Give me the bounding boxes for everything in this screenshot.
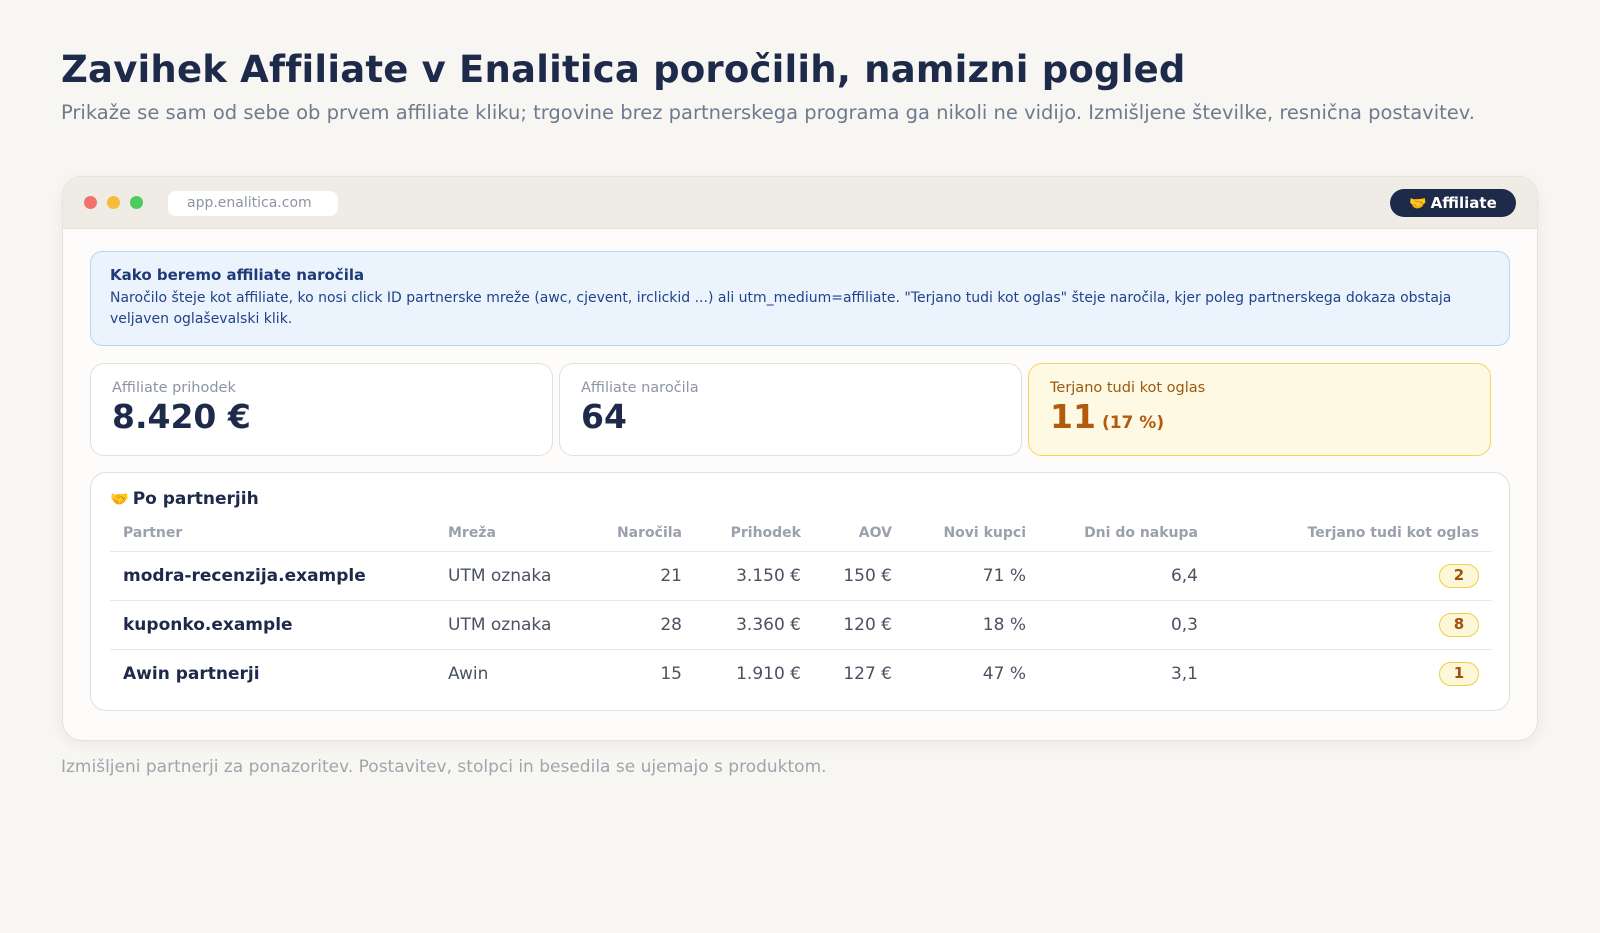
cell-new-customers: 71 % — [905, 551, 1039, 601]
minimize-window-dot[interactable] — [107, 196, 120, 209]
cell-new-customers: 18 % — [905, 600, 1039, 650]
maximize-window-dot[interactable] — [130, 196, 143, 209]
cell-aov: 127 € — [843, 663, 892, 684]
cell-aov: 120 € — [814, 600, 905, 650]
browser-window: app.enalitica.com 🤝 Affiliate Kako beremo… — [62, 176, 1538, 741]
page-title: Zavihek Affiliate v Enalitica poročilih,… — [61, 48, 1186, 91]
column-header-claimed-as-ad[interactable]: Terjano tudi kot oglas — [1211, 515, 1492, 552]
info-box: Kako beremo affiliate naročila Naročilo … — [90, 251, 1510, 346]
partners-table-card: 🤝 Po partnerjih Partner Mreža Naročila Pr… — [90, 472, 1510, 711]
cell-revenue: 3.150 € — [695, 551, 814, 601]
column-header-new-customers[interactable]: Novi kupci — [905, 515, 1039, 552]
kpi-percent: (17 %) — [1101, 413, 1165, 433]
cell-revenue: 1.910 € — [736, 663, 801, 684]
info-text: Naročilo šteje kot affiliate, ko nosi cl… — [110, 290, 1452, 327]
table-title-text: Po partnerjih — [132, 489, 259, 509]
table-row[interactable]: modra-recenzija.example UTM oznaka 21 3.… — [110, 551, 1492, 601]
window-titlebar: app.enalitica.com 🤝 Affiliate — [63, 177, 1537, 229]
kpi-label: Terjano tudi kot oglas — [1050, 380, 1206, 396]
kpi-label: Affiliate naročila — [581, 380, 699, 396]
kpi-label: Affiliate prihodek — [112, 380, 236, 396]
cell-network: UTM oznaka — [435, 600, 575, 650]
affiliate-tab-button[interactable]: 🤝 Affiliate — [1390, 189, 1516, 217]
table-row[interactable]: Awin partnerji Awin 15 1.910 € 127 € 47 … — [110, 649, 1492, 698]
column-header-aov[interactable]: AOV — [814, 515, 905, 552]
table-title: 🤝 Po partnerjih — [110, 489, 1490, 509]
cell-days: 3,1 — [1170, 663, 1198, 684]
page-subtitle: Prikaže se sam od sebe ob prvem affiliat… — [61, 101, 1475, 124]
column-header-revenue[interactable]: Prihodek — [695, 515, 814, 552]
affiliate-tab-label: Affiliate — [1430, 194, 1497, 212]
kpi-affiliate-orders: Affiliate naročila 64 — [559, 363, 1022, 456]
cell-new-customers: 47 % — [982, 663, 1026, 684]
table-header-row: Partner Mreža Naročila Prihodek AOV Novi… — [110, 515, 1492, 552]
cell-days: 0,3 — [1039, 600, 1211, 650]
kpi-claimed-as-ad: Terjano tudi kot oglas 11 (17 %) — [1028, 363, 1491, 456]
cell-days: 6,4 — [1039, 551, 1211, 601]
cell-claimed: 1 — [1211, 649, 1492, 698]
column-header-network[interactable]: Mreža — [435, 515, 575, 552]
cell-claimed: 2 — [1211, 551, 1492, 601]
kpi-affiliate-revenue: Affiliate prihodek 8.420 € — [90, 363, 553, 456]
handshake-icon: 🤝 — [1409, 196, 1427, 212]
cell-partner: kuponko.example — [110, 600, 435, 650]
column-header-partner[interactable]: Partner — [110, 515, 435, 552]
claimed-badge: 2 — [1439, 563, 1479, 588]
footnote: Izmišljeni partnerji za ponazoritev. Pos… — [61, 757, 827, 777]
table-row[interactable]: kuponko.example UTM oznaka 28 3.360 € 12… — [110, 600, 1492, 650]
claimed-badge: 8 — [1439, 612, 1479, 637]
cell-partner: Awin partnerji — [123, 663, 260, 684]
kpi-value-row: 11 (17 %) — [1050, 397, 1469, 436]
info-title: Kako beremo affiliate naročila — [110, 266, 365, 284]
partners-table: Partner Mreža Naročila Prihodek AOV Novi… — [110, 515, 1492, 698]
handshake-icon: 🤝 — [110, 490, 129, 508]
kpi-value: 64 — [581, 397, 627, 436]
claimed-badge: 1 — [1439, 661, 1479, 686]
cell-orders: 15 — [660, 663, 682, 684]
column-header-orders[interactable]: Naročila — [575, 515, 695, 552]
cell-aov: 150 € — [814, 551, 905, 601]
cell-network: UTM oznaka — [435, 551, 575, 601]
close-window-dot[interactable] — [84, 196, 97, 209]
cell-orders: 21 — [575, 551, 695, 601]
cell-partner: modra-recenzija.example — [110, 551, 435, 601]
kpi-value: 8.420 € — [112, 397, 251, 436]
address-bar[interactable]: app.enalitica.com — [168, 191, 338, 216]
cell-claimed: 8 — [1211, 600, 1492, 650]
cell-revenue: 3.360 € — [695, 600, 814, 650]
cell-orders: 28 — [575, 600, 695, 650]
cell-network: Awin — [448, 663, 489, 684]
kpi-value: 11 — [1050, 397, 1096, 436]
column-header-days-to-purchase[interactable]: Dni do nakupa — [1039, 515, 1211, 552]
